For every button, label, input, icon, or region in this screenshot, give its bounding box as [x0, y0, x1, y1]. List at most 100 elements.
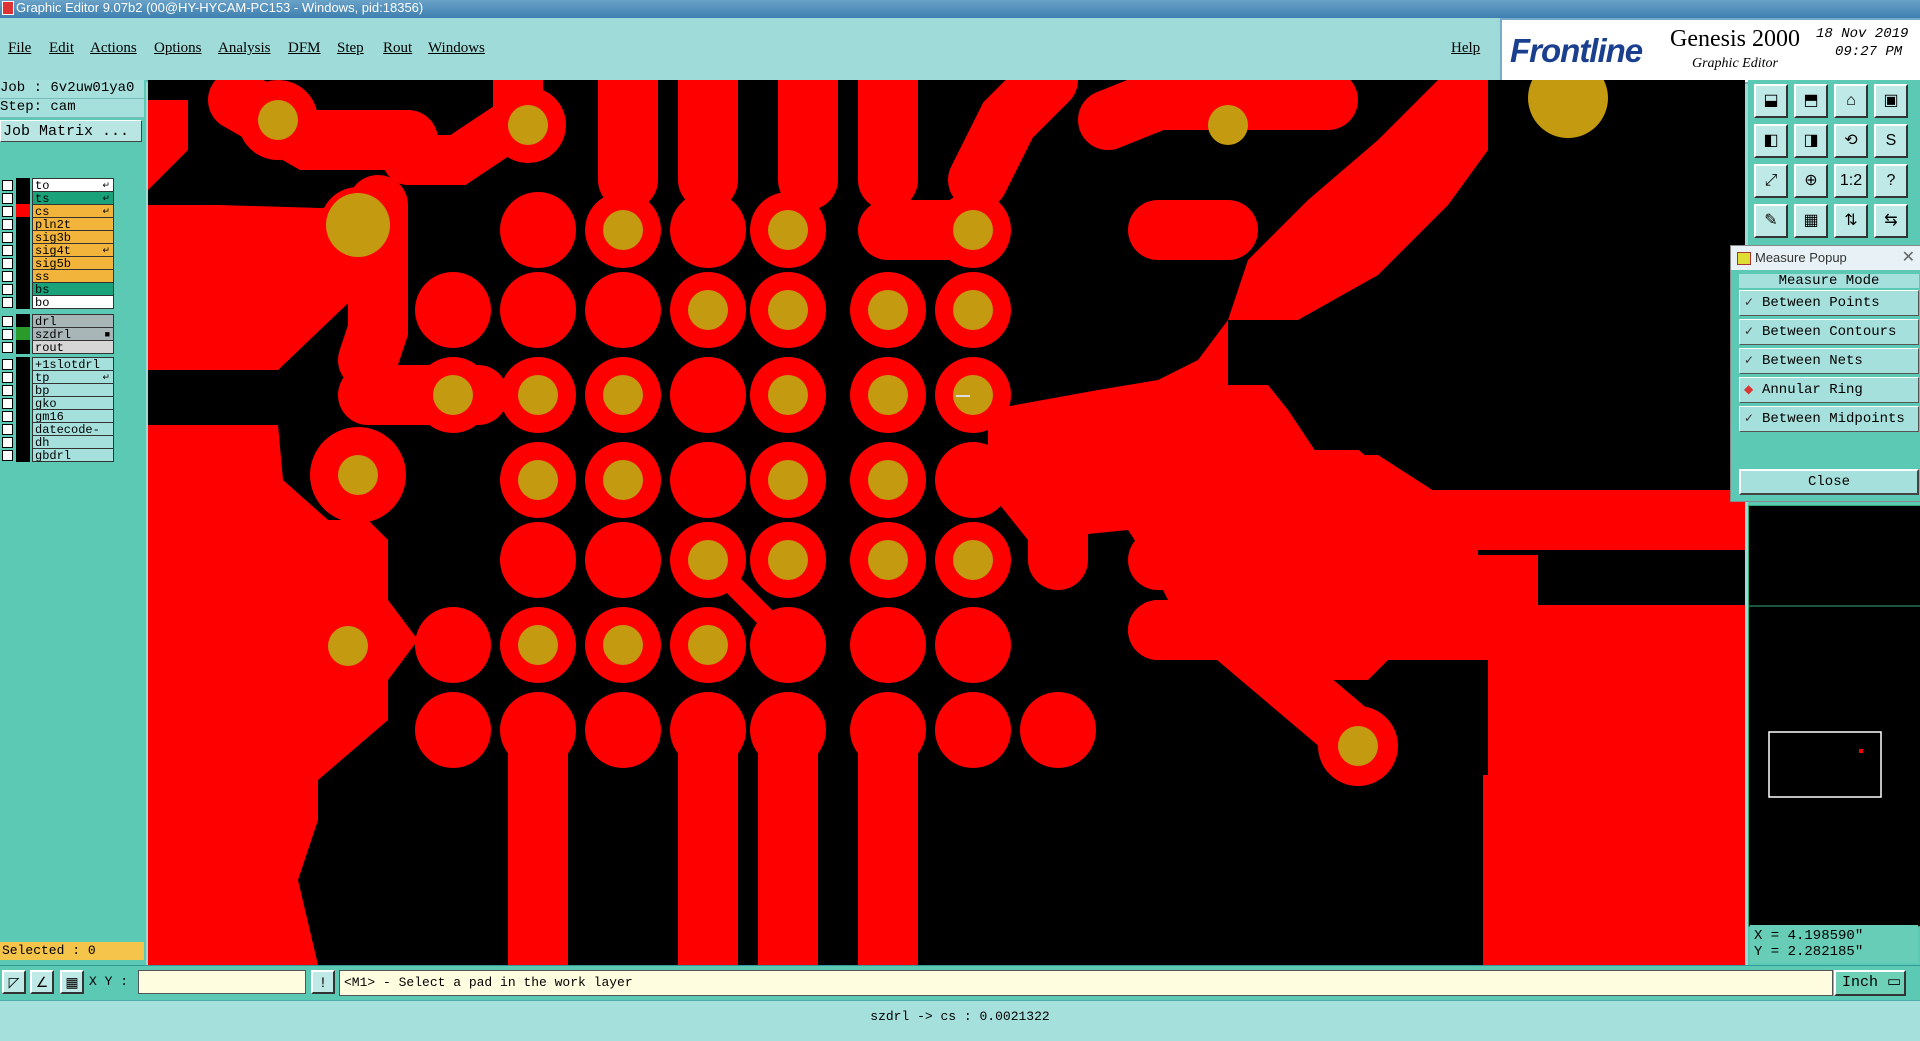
layer-swatch[interactable]: [16, 230, 30, 244]
layer-swatch[interactable]: [16, 435, 30, 449]
layer-swatch[interactable]: [16, 409, 30, 423]
zoom-extents-icon[interactable]: ⊕: [1794, 164, 1828, 198]
layer-name[interactable]: pln2t: [32, 217, 114, 232]
layer-row[interactable]: pln2t: [0, 217, 116, 232]
overview-map[interactable]: [1748, 505, 1920, 927]
job-matrix-button[interactable]: Job Matrix ...: [0, 120, 142, 142]
layer-swatch[interactable]: [16, 422, 30, 436]
layer-swatch[interactable]: [16, 243, 30, 257]
layer-checkbox[interactable]: [2, 232, 13, 243]
layer-swatch[interactable]: [16, 191, 30, 205]
layer-swatch[interactable]: [16, 396, 30, 410]
layer-checkbox[interactable]: [2, 450, 13, 461]
layer-row[interactable]: cs ↵: [0, 204, 116, 219]
menu-analysis[interactable]: Analysis: [218, 40, 271, 57]
layer-row[interactable]: gm16: [0, 409, 116, 424]
layer-name[interactable]: sig4t ↵: [32, 243, 114, 258]
layer-row[interactable]: bo: [0, 295, 116, 310]
layers-icon-2[interactable]: ⇆: [1874, 204, 1908, 238]
measure-option[interactable]: ✓ Between Points: [1739, 290, 1919, 316]
layer-name[interactable]: to ↵: [32, 178, 114, 193]
draw-icon[interactable]: ◸: [2, 970, 26, 994]
layer-swatch[interactable]: [16, 314, 30, 328]
menu-edit[interactable]: Edit: [49, 40, 74, 57]
layer-row[interactable]: bp: [0, 383, 116, 398]
layer-swatch[interactable]: [16, 217, 30, 231]
layer-checkbox[interactable]: [2, 193, 13, 204]
layer-name[interactable]: gko: [32, 396, 114, 411]
home-icon[interactable]: ⌂: [1834, 84, 1868, 118]
layer-checkbox[interactable]: [2, 372, 13, 383]
measure-option[interactable]: ◆ Annular Ring: [1739, 377, 1919, 403]
measure-icon[interactable]: ✎: [1754, 204, 1788, 238]
menu-file[interactable]: File: [8, 40, 31, 57]
layer-name[interactable]: bo: [32, 295, 114, 310]
snap-icon[interactable]: S: [1874, 124, 1908, 158]
layer-row[interactable]: +1slotdrl: [0, 357, 116, 372]
measure-option[interactable]: ✓ Between Contours: [1739, 319, 1919, 345]
menu-options[interactable]: Options: [154, 40, 202, 57]
close-button[interactable]: Close: [1739, 469, 1919, 495]
layer-name[interactable]: ss: [32, 269, 114, 284]
menu-dfm[interactable]: DFM: [288, 40, 321, 57]
layer-swatch[interactable]: [16, 204, 30, 218]
layer-checkbox[interactable]: [2, 385, 13, 396]
layer-swatch[interactable]: [16, 327, 30, 341]
window-icon[interactable]: ▣: [1874, 84, 1908, 118]
layer-row[interactable]: tp ↵: [0, 370, 116, 385]
layer-row[interactable]: gko: [0, 396, 116, 411]
layer-swatch[interactable]: [16, 282, 30, 296]
layer-swatch[interactable]: [16, 256, 30, 270]
help-icon[interactable]: ?: [1874, 164, 1908, 198]
layer-row[interactable]: to ↵: [0, 178, 116, 193]
layer-checkbox[interactable]: [2, 271, 13, 282]
grid-icon[interactable]: ▦: [60, 970, 84, 994]
layer-checkbox[interactable]: [2, 258, 13, 269]
fit-icon[interactable]: ⤢: [1754, 164, 1788, 198]
angle-icon[interactable]: ∠: [30, 970, 54, 994]
layer-swatch[interactable]: [16, 448, 30, 462]
menu-rout[interactable]: Rout: [383, 40, 412, 57]
menu-windows[interactable]: Windows: [428, 40, 485, 57]
layer-name[interactable]: +1slotdrl: [32, 357, 114, 372]
grid-icon[interactable]: ▦: [1794, 204, 1828, 238]
layer-checkbox[interactable]: [2, 219, 13, 230]
layer-checkbox[interactable]: [2, 411, 13, 422]
layer-swatch[interactable]: [16, 269, 30, 283]
layer-checkbox[interactable]: [2, 342, 13, 353]
menu-actions[interactable]: Actions: [90, 40, 137, 57]
layer-name[interactable]: dh: [32, 435, 114, 450]
menu-help[interactable]: Help: [1451, 40, 1480, 57]
layer-row[interactable]: gbdrl: [0, 448, 116, 463]
layer-name[interactable]: bp: [32, 383, 114, 398]
zoom-in-icon[interactable]: ⬒: [1794, 84, 1828, 118]
layer-swatch[interactable]: [16, 178, 30, 192]
layer-swatch[interactable]: [16, 340, 30, 354]
layer-checkbox[interactable]: [2, 180, 13, 191]
layer-row[interactable]: sig4t ↵: [0, 243, 116, 258]
layer-swatch[interactable]: [16, 295, 30, 309]
layers-icon[interactable]: ⇅: [1834, 204, 1868, 238]
layer-name[interactable]: rout: [32, 340, 114, 355]
layer-name[interactable]: datecode-to: [32, 422, 114, 451]
menu-step[interactable]: Step: [337, 40, 364, 57]
layer-name[interactable]: szdrl ■: [32, 327, 114, 342]
layer-row[interactable]: sig5b: [0, 256, 116, 271]
layer-name[interactable]: sig3b: [32, 230, 114, 245]
layer-row[interactable]: dh: [0, 435, 116, 450]
zoom-home-icon[interactable]: ⬓: [1754, 84, 1788, 118]
xy-input[interactable]: [138, 970, 306, 994]
layer-swatch[interactable]: [16, 357, 30, 371]
pcb-view[interactable]: [148, 80, 1745, 965]
measure-option[interactable]: ✓ Between Midpoints: [1739, 406, 1919, 432]
layer-checkbox[interactable]: [2, 206, 13, 217]
layer-checkbox[interactable]: [2, 316, 13, 327]
pan-left-icon[interactable]: ◧: [1754, 124, 1788, 158]
layer-row[interactable]: datecode-to: [0, 422, 116, 451]
layer-name[interactable]: gbdrl: [32, 448, 114, 463]
alert-icon[interactable]: !: [311, 970, 335, 994]
layer-checkbox[interactable]: [2, 359, 13, 370]
scale-1-2-icon[interactable]: 1:2: [1834, 164, 1868, 198]
layer-checkbox[interactable]: [2, 424, 13, 435]
redraw-icon[interactable]: ⟲: [1834, 124, 1868, 158]
